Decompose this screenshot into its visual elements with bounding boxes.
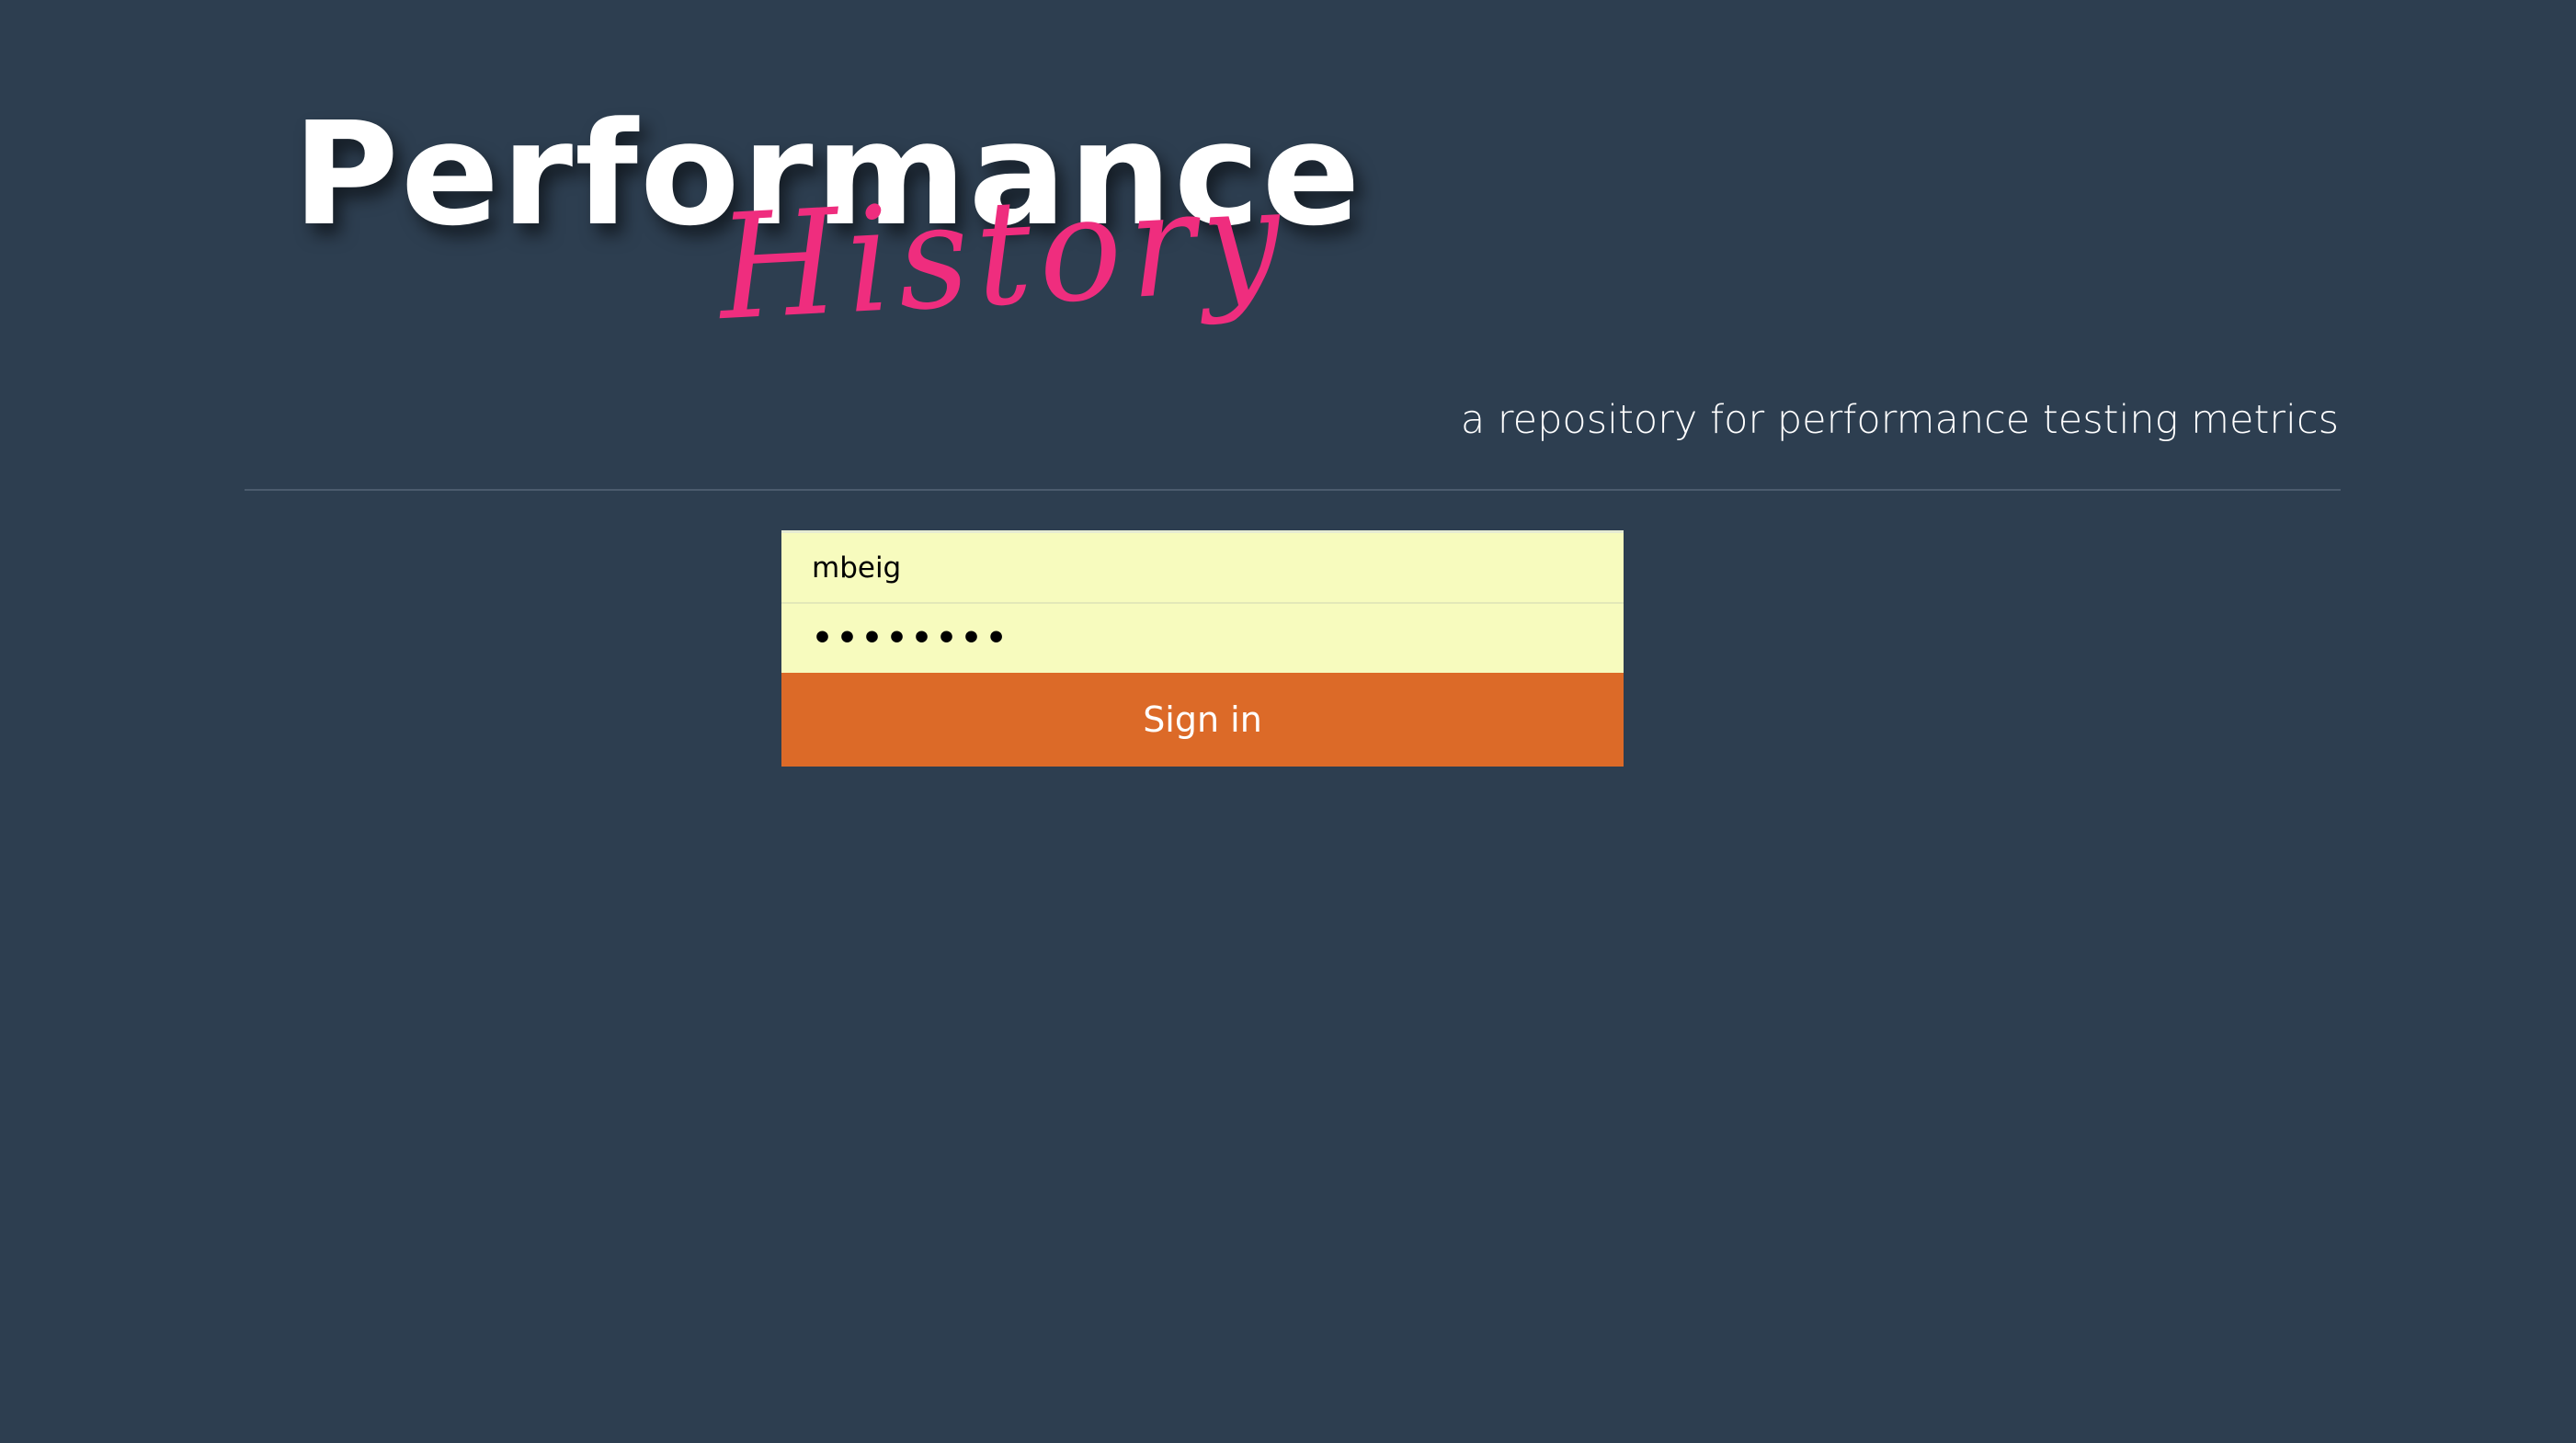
header-divider: [245, 489, 2341, 491]
sign-in-button[interactable]: Sign in: [781, 673, 1624, 767]
password-field[interactable]: [781, 604, 1624, 673]
logo-title-history: History: [714, 155, 1292, 353]
login-form: Sign in: [781, 530, 1624, 767]
username-field[interactable]: [781, 530, 1624, 604]
app-logo: Performance History: [292, 103, 1361, 353]
app-tagline: a repository for performance testing met…: [1460, 397, 2339, 443]
